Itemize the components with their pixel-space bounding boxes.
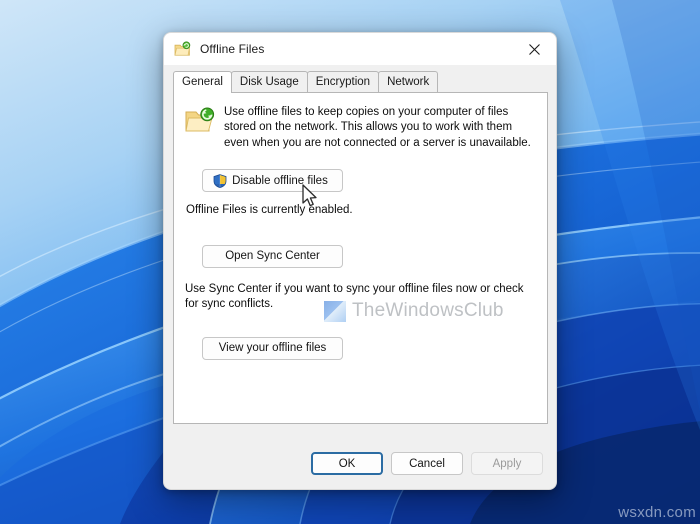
general-tab-panel: Use offline files to keep copies on your… — [173, 92, 548, 424]
tab-encryption[interactable]: Encryption — [306, 71, 380, 92]
tab-general[interactable]: General — [173, 71, 232, 93]
offline-files-status-text: Offline Files is currently enabled. — [186, 203, 353, 216]
sync-center-description: Use Sync Center if you want to sync your… — [185, 282, 524, 311]
uac-shield-icon — [213, 173, 227, 188]
intro-section: Use offline files to keep copies on your… — [174, 93, 547, 151]
ok-button[interactable]: OK — [311, 452, 383, 475]
tab-disk-usage[interactable]: Disk Usage — [230, 71, 308, 92]
dialog-footer: OK Cancel Apply — [164, 452, 556, 475]
tab-network[interactable]: Network — [378, 71, 439, 92]
cancel-button[interactable]: Cancel — [391, 452, 463, 475]
dialog-titlebar[interactable]: Offline Files — [164, 33, 556, 65]
offline-files-folder-icon — [185, 107, 215, 135]
sync-button-wrap: Open Sync Center — [202, 244, 547, 268]
open-sync-center-button[interactable]: Open Sync Center — [202, 244, 343, 268]
intro-text: Use offline files to keep copies on your… — [224, 106, 531, 149]
offline-files-dialog: Offline Files General Disk Usage Encrypt… — [163, 32, 557, 490]
close-icon[interactable] — [512, 33, 556, 65]
view-button-wrap: View your offline files — [202, 336, 547, 360]
disable-button-wrap: Disable offline files — [202, 169, 547, 193]
disable-offline-files-button[interactable]: Disable offline files — [202, 169, 343, 193]
disable-offline-files-label: Disable offline files — [232, 174, 328, 187]
offline-files-folder-icon — [174, 40, 191, 58]
site-watermark: wsxdn.com — [618, 504, 696, 521]
dialog-title: Offline Files — [200, 42, 265, 56]
tab-list: General Disk Usage Encryption Network — [173, 71, 556, 93]
apply-button: Apply — [471, 452, 543, 475]
view-offline-files-button[interactable]: View your offline files — [202, 336, 343, 360]
